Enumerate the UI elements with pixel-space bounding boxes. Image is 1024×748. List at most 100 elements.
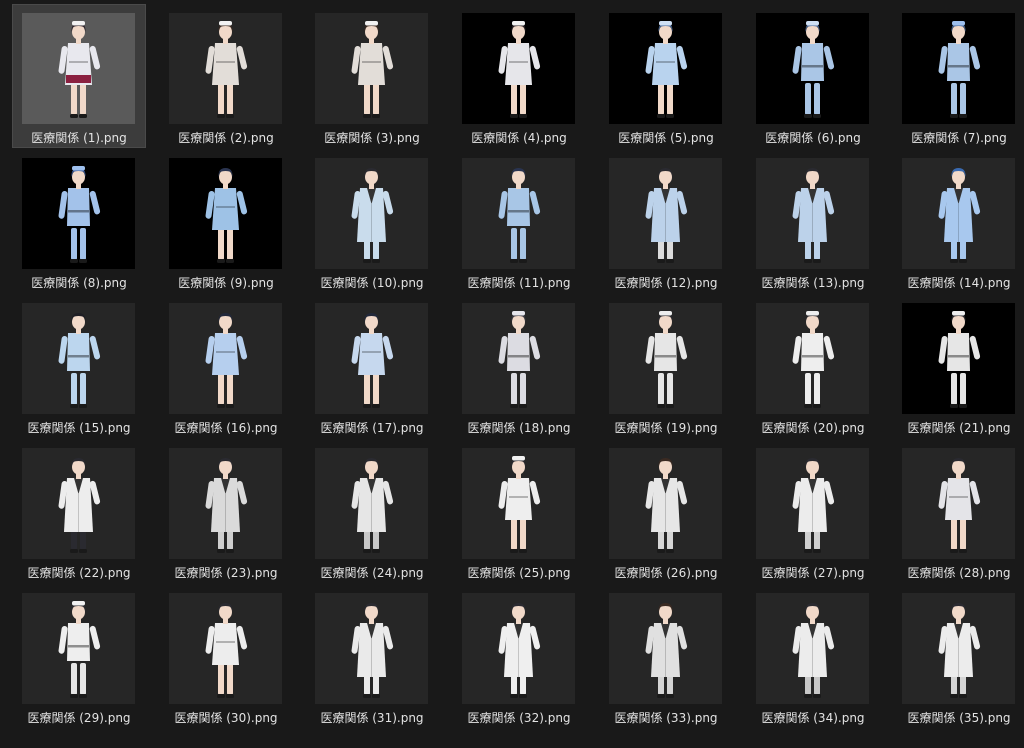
file-tile[interactable]: 医療関係 (21).png [893,295,1024,437]
thumbnail-image [462,158,575,269]
thumbnail-image [462,593,575,704]
thumbnail-image [609,13,722,124]
thumbnail-image [22,303,135,414]
thumbnail-image [609,448,722,559]
file-name-label: 医療関係 (33).png [614,711,718,725]
file-name-label: 医療関係 (9).png [178,276,274,290]
file-thumbnail [756,303,869,414]
file-name-label: 医療関係 (19).png [614,421,718,435]
file-name-label: 医療関係 (23).png [174,566,278,580]
thumbnail-image [462,13,575,124]
thumbnail-image [756,448,869,559]
file-name-label: 医療関係 (18).png [467,421,571,435]
file-tile[interactable]: 医療関係 (26).png [600,440,732,582]
file-tile[interactable]: 医療関係 (22).png [13,440,145,582]
file-tile[interactable]: 医療関係 (10).png [306,150,438,292]
file-thumbnail [462,303,575,414]
file-tile[interactable]: 医療関係 (33).png [600,585,732,727]
file-thumbnail [315,593,428,704]
file-name-label: 医療関係 (1).png [31,131,127,145]
file-tile[interactable]: 医療関係 (6).png [747,5,879,147]
file-thumbnail [462,158,575,269]
file-tile[interactable]: 医療関係 (28).png [893,440,1024,582]
file-tile[interactable]: 医療関係 (3).png [306,5,438,147]
file-tile[interactable]: 医療関係 (29).png [13,585,145,727]
file-tile[interactable]: 医療関係 (11).png [453,150,585,292]
file-name-label: 医療関係 (4).png [471,131,567,145]
file-thumbnail [902,303,1015,414]
file-tile[interactable]: 医療関係 (15).png [13,295,145,437]
file-tile[interactable]: 医療関係 (27).png [747,440,879,582]
file-tile[interactable]: 医療関係 (12).png [600,150,732,292]
thumbnail-image [902,448,1015,559]
file-name-label: 医療関係 (26).png [614,566,718,580]
file-thumbnail [169,303,282,414]
file-name-label: 医療関係 (13).png [761,276,865,290]
file-thumbnail [756,13,869,124]
file-thumbnail [756,158,869,269]
thumbnail-image [609,303,722,414]
file-tile[interactable]: 医療関係 (1).png [12,4,146,148]
file-name-label: 医療関係 (15).png [27,421,131,435]
file-thumbnail [315,13,428,124]
file-tile[interactable]: 医療関係 (23).png [160,440,292,582]
thumbnail-image [462,448,575,559]
file-tile[interactable]: 医療関係 (34).png [747,585,879,727]
file-tile[interactable]: 医療関係 (20).png [747,295,879,437]
file-name-label: 医療関係 (12).png [614,276,718,290]
file-name-label: 医療関係 (27).png [761,566,865,580]
file-tile[interactable]: 医療関係 (17).png [306,295,438,437]
file-name-label: 医療関係 (20).png [761,421,865,435]
thumbnail-image [902,13,1015,124]
file-thumbnail [169,448,282,559]
file-tile[interactable]: 医療関係 (7).png [893,5,1024,147]
thumbnail-image [169,448,282,559]
file-thumbnail [22,448,135,559]
file-name-label: 医療関係 (5).png [618,131,714,145]
file-name-label: 医療関係 (6).png [765,131,861,145]
file-name-label: 医療関係 (11).png [467,276,571,290]
file-tile[interactable]: 医療関係 (35).png [893,585,1024,727]
thumbnail-image [169,303,282,414]
file-tile[interactable]: 医療関係 (24).png [306,440,438,582]
thumbnail-image [756,303,869,414]
file-tile[interactable]: 医療関係 (9).png [160,150,292,292]
file-name-label: 医療関係 (16).png [174,421,278,435]
file-name-label: 医療関係 (8).png [31,276,127,290]
file-thumbnail [169,158,282,269]
file-tile[interactable]: 医療関係 (4).png [453,5,585,147]
file-tile[interactable]: 医療関係 (2).png [160,5,292,147]
file-tile[interactable]: 医療関係 (25).png [453,440,585,582]
thumbnail-image [169,13,282,124]
thumbnail-image [169,158,282,269]
file-name-label: 医療関係 (7).png [911,131,1007,145]
file-tile[interactable]: 医療関係 (5).png [600,5,732,147]
file-tile[interactable]: 医療関係 (30).png [160,585,292,727]
file-thumbnail [609,13,722,124]
file-tile[interactable]: 医療関係 (16).png [160,295,292,437]
thumbnail-image [902,158,1015,269]
file-thumbnail [22,158,135,269]
file-name-label: 医療関係 (24).png [320,566,424,580]
file-tile[interactable]: 医療関係 (31).png [306,585,438,727]
file-tile[interactable]: 医療関係 (18).png [453,295,585,437]
file-name-label: 医療関係 (30).png [174,711,278,725]
file-thumbnail [462,448,575,559]
file-tile[interactable]: 医療関係 (32).png [453,585,585,727]
thumbnail-image [609,158,722,269]
file-tile[interactable]: 医療関係 (13).png [747,150,879,292]
thumbnail-image [609,593,722,704]
thumbnail-image [902,593,1015,704]
file-thumbnail-grid: 医療関係 (1).png 医療関係 (2).png 医療関係 (3).png 医療関係… [0,0,1024,748]
thumbnail-image [315,158,428,269]
file-tile[interactable]: 医療関係 (19).png [600,295,732,437]
file-thumbnail [756,593,869,704]
file-tile[interactable]: 医療関係 (14).png [893,150,1024,292]
file-name-label: 医療関係 (10).png [320,276,424,290]
file-thumbnail [315,448,428,559]
file-tile[interactable]: 医療関係 (8).png [13,150,145,292]
thumbnail-image [22,158,135,269]
thumbnail-image [22,448,135,559]
file-thumbnail [462,593,575,704]
file-thumbnail [609,593,722,704]
